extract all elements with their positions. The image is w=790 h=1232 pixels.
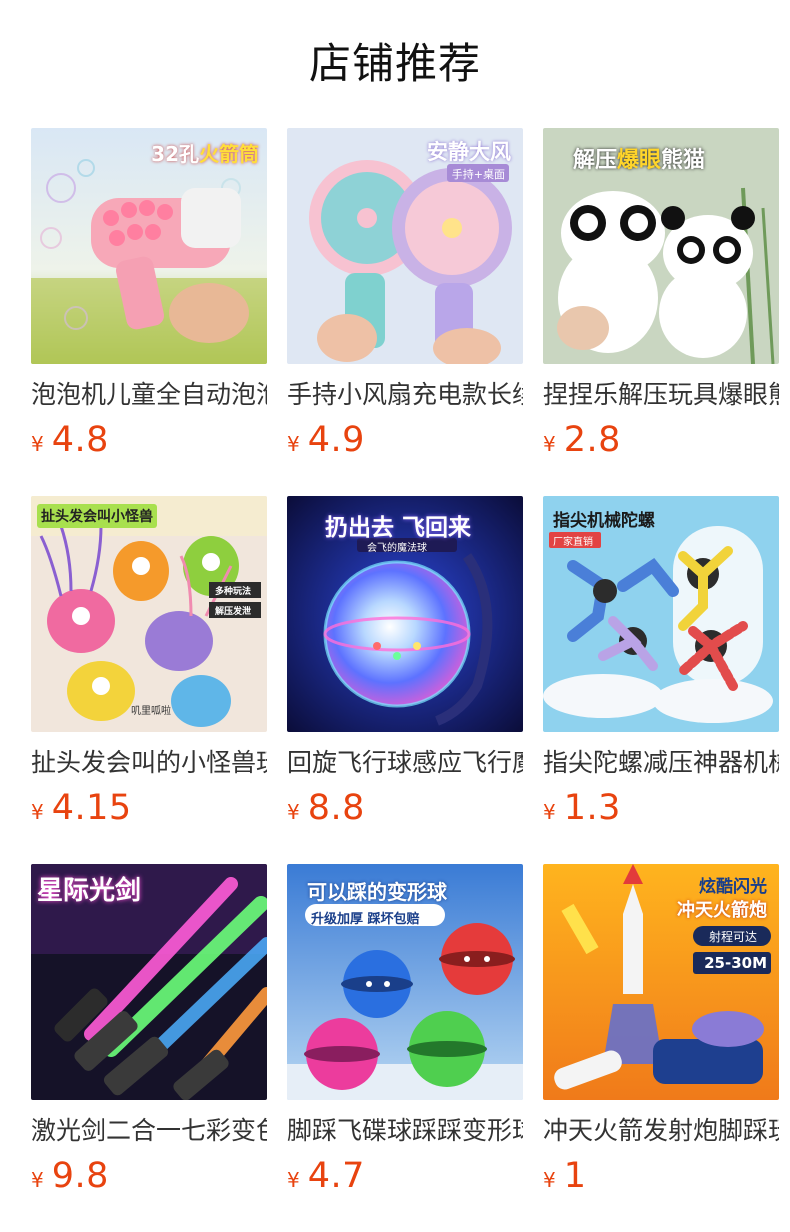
image-caption: 扔出去 飞回来 <box>325 515 472 541</box>
currency-symbol: ¥ <box>287 800 300 824</box>
product-card[interactable]: 安静大风 手持+桌面 手持小风扇充电款长续航 ¥ 4.9 <box>287 128 523 496</box>
image-caption: 熊猫 <box>661 148 706 173</box>
image-caption: 解压发泄 <box>215 607 252 617</box>
product-image[interactable]: 32孔火箭筒 <box>31 128 267 364</box>
product-image[interactable]: 扔出去 飞回来 会飞的魔法球 <box>287 496 523 732</box>
image-caption: 安静大风 <box>427 140 511 164</box>
image-caption: 火箭筒 <box>199 142 259 166</box>
image-caption: 射程可达 <box>708 930 757 944</box>
product-price: ¥ 9.8 <box>31 1156 267 1196</box>
currency-symbol: ¥ <box>31 800 44 824</box>
price-value: 1.3 <box>563 788 621 828</box>
product-image[interactable]: 解压爆眼熊猫 <box>543 128 779 364</box>
product-card[interactable]: 指尖机械陀螺 厂家直销 指尖陀螺减压神器机械陀螺 ¥ 1.3 <box>543 496 779 864</box>
currency-symbol: ¥ <box>287 1168 300 1192</box>
product-image[interactable]: 扯头发会叫小怪兽 多种玩法 解压发泄 叽里呱啦 <box>31 496 267 732</box>
image-caption: 厂家直销 <box>553 537 593 548</box>
image-caption: 升级加厚 踩坏包赔 <box>311 912 420 927</box>
image-caption: 手持+桌面 <box>451 168 505 181</box>
currency-symbol: ¥ <box>287 432 300 456</box>
image-caption: 指尖机械陀螺 <box>553 511 655 531</box>
price-value: 8.8 <box>307 788 365 828</box>
currency-symbol: ¥ <box>543 432 556 456</box>
price-value: 4.7 <box>307 1156 365 1196</box>
image-caption: 会飞的魔法球 <box>367 543 427 554</box>
price-value: 4.8 <box>51 420 109 460</box>
image-caption: 星际光剑 <box>37 876 142 906</box>
price-value: 4.9 <box>307 420 365 460</box>
image-caption: 爆眼 <box>617 148 662 173</box>
image-caption: 扯头发会叫小怪兽 <box>37 504 157 528</box>
product-image[interactable]: 星际光剑 <box>31 864 267 1100</box>
image-caption: 多种玩法 <box>215 587 252 597</box>
product-name[interactable]: 指尖陀螺减压神器机械陀螺 <box>543 746 779 780</box>
product-grid: 32孔火箭筒 泡泡机儿童全自动泡泡枪 ¥ 4.8 <box>31 128 779 1232</box>
product-image[interactable]: 可以踩的变形球 升级加厚 踩坏包赔 <box>287 864 523 1100</box>
image-caption: 解压 <box>573 148 618 173</box>
product-name[interactable]: 捏捏乐解压玩具爆眼熊猫 <box>543 378 779 412</box>
product-price: ¥ 4.8 <box>31 420 267 460</box>
price-value: 1 <box>563 1156 587 1196</box>
price-value: 4.15 <box>51 788 132 828</box>
image-caption: 冲天火箭炮 <box>677 900 767 921</box>
product-name[interactable]: 冲天火箭发射炮脚踩玩具 <box>543 1114 779 1148</box>
image-caption: 炫酷闪光 <box>699 877 767 897</box>
currency-symbol: ¥ <box>543 1168 556 1192</box>
product-price: ¥ 4.15 <box>31 788 267 828</box>
currency-symbol: ¥ <box>543 800 556 824</box>
product-card[interactable]: 解压爆眼熊猫 捏捏乐解压玩具爆眼熊猫 ¥ 2.8 <box>543 128 779 496</box>
product-price: ¥ 4.7 <box>287 1156 523 1196</box>
product-price: ¥ 4.9 <box>287 420 523 460</box>
product-card[interactable]: 32孔火箭筒 泡泡机儿童全自动泡泡枪 ¥ 4.8 <box>31 128 267 496</box>
product-name[interactable]: 激光剑二合一七彩变色 <box>31 1114 267 1148</box>
image-caption: 可以踩的变形球 <box>307 880 447 904</box>
product-card[interactable]: 星际光剑 激光剑二合一七彩变色 ¥ 9.8 <box>31 864 267 1232</box>
image-caption: 叽里呱啦 <box>131 706 171 717</box>
currency-symbol: ¥ <box>31 432 44 456</box>
product-price: ¥ 8.8 <box>287 788 523 828</box>
fidget-spinner-icon <box>543 496 779 732</box>
product-price: ¥ 2.8 <box>543 420 779 460</box>
currency-symbol: ¥ <box>31 1168 44 1192</box>
section-title: 店铺推荐 <box>308 39 481 88</box>
product-card[interactable]: 扯头发会叫小怪兽 多种玩法 解压发泄 叽里呱啦 扯头发会叫的小怪兽玩具 ¥ 4.… <box>31 496 267 864</box>
image-caption: 25-30M <box>704 954 767 972</box>
product-name[interactable]: 脚踩飞碟球踩踩变形球 <box>287 1114 523 1148</box>
product-name[interactable]: 扯头发会叫的小怪兽玩具 <box>31 746 267 780</box>
product-image[interactable]: 指尖机械陀螺 厂家直销 <box>543 496 779 732</box>
product-price: ¥ 1.3 <box>543 788 779 828</box>
product-image[interactable]: 安静大风 手持+桌面 <box>287 128 523 364</box>
price-value: 9.8 <box>51 1156 109 1196</box>
product-card[interactable]: 可以踩的变形球 升级加厚 踩坏包赔 脚踩飞碟球踩踩变形球 ¥ 4.7 <box>287 864 523 1232</box>
image-caption: 32孔 <box>151 142 199 166</box>
product-name[interactable]: 手持小风扇充电款长续航 <box>287 378 523 412</box>
product-card[interactable]: 扔出去 飞回来 会飞的魔法球 回旋飞行球感应飞行魔法球 ¥ 8.8 <box>287 496 523 864</box>
product-price: ¥ 1 <box>543 1156 779 1196</box>
product-image[interactable]: 炫酷闪光 冲天火箭炮 射程可达 25-30M <box>543 864 779 1100</box>
price-value: 2.8 <box>563 420 621 460</box>
product-card[interactable]: 炫酷闪光 冲天火箭炮 射程可达 25-30M 冲天火箭发射炮脚踩玩具 ¥ 1 <box>543 864 779 1232</box>
product-name[interactable]: 泡泡机儿童全自动泡泡枪 <box>31 378 267 412</box>
product-name[interactable]: 回旋飞行球感应飞行魔法球 <box>287 746 523 780</box>
